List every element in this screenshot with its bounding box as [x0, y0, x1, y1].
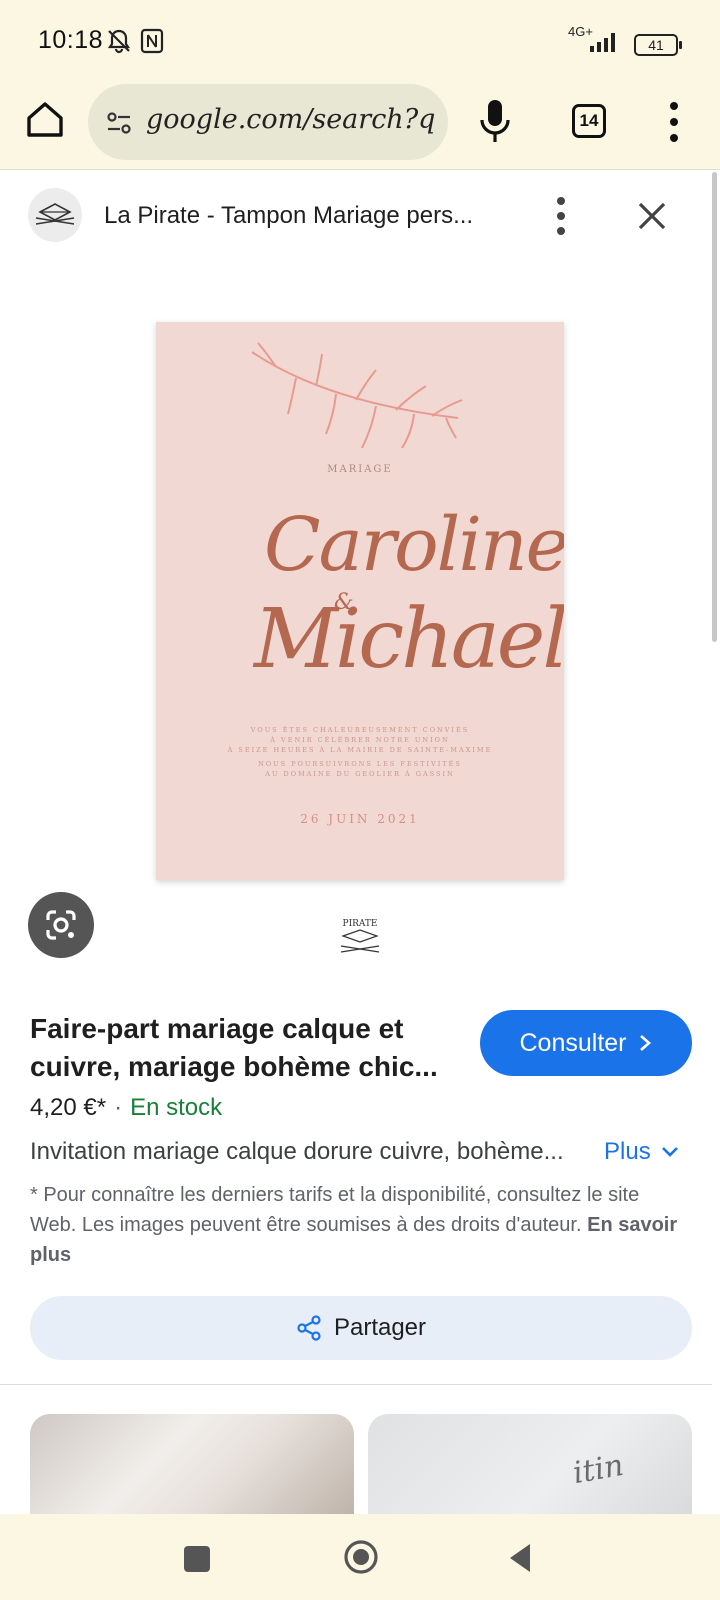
- tab-switcher-button[interactable]: 14: [572, 104, 606, 138]
- home-icon[interactable]: [24, 98, 66, 140]
- site-favicon: [28, 188, 82, 242]
- related-image-1[interactable]: [30, 1414, 354, 1514]
- page-scrollbar[interactable]: [712, 172, 717, 642]
- share-button-label: Partager: [333, 1314, 427, 1341]
- back-nav-icon[interactable]: [506, 1542, 534, 1574]
- more-link-label: Plus: [604, 1138, 651, 1165]
- system-nav-bar: [0, 1514, 720, 1600]
- card-festivities-text: NOUS POURSUIVRONS LES FESTIVITÉS AU DOMA…: [156, 759, 564, 779]
- chevron-right-icon: [639, 1035, 651, 1051]
- card-name-first: Caroline: [264, 502, 564, 588]
- recent-apps-button[interactable]: [184, 1546, 210, 1572]
- divider: [0, 1384, 712, 1385]
- visit-button-label: Consulter: [519, 1028, 627, 1057]
- card-text-line: À SEIZE HEURES À LA MAIRIE DE SAINTE-MAX…: [227, 746, 493, 754]
- card-text-line: AU DOMAINE DU GEOLIER À GASSIN: [265, 770, 455, 778]
- disclaimer-body: * Pour connaître les derniers tarifs et …: [30, 1184, 640, 1236]
- product-title[interactable]: Faire-part mariage calque et cuivre, mar…: [30, 1010, 460, 1086]
- status-time: 10:18: [38, 26, 104, 54]
- close-icon[interactable]: [636, 200, 668, 232]
- card-text-line: À VENIR CÉLÉBRER NOTRE UNION: [270, 736, 450, 744]
- card-date: 26 JUIN 2021: [300, 812, 420, 826]
- price: 4,20 €*: [30, 1094, 107, 1121]
- more-link[interactable]: Plus: [604, 1138, 679, 1166]
- google-lens-icon: [46, 910, 76, 940]
- price-row: 4,20 €* · En stock: [30, 1094, 222, 1122]
- notifications-off-icon: [107, 29, 131, 54]
- status-bar: 10:18 4G+ 41: [0, 0, 720, 76]
- leaf-branch-illustration: [251, 342, 463, 449]
- product-image[interactable]: MARIAGE Caroline & Michael VOUS ÊTES CHA…: [156, 322, 564, 880]
- result-panel-header: La Pirate - Tampon Mariage pers...: [0, 170, 712, 262]
- card-text-line: VOUS ÊTES CHALEUREUSEMENT CONVIÉS: [250, 726, 470, 734]
- browser-toolbar: google.com/search?q= 14: [0, 76, 720, 170]
- share-button[interactable]: Partager: [30, 1296, 692, 1360]
- brand-logo: PIRATE: [340, 919, 380, 953]
- price-separator: ·: [114, 1094, 123, 1121]
- home-nav-icon[interactable]: [342, 1538, 380, 1576]
- related-image-script: itin: [570, 1447, 627, 1492]
- card-text-line: NOUS POURSUIVRONS LES FESTIVITÉS: [258, 760, 462, 768]
- mic-icon[interactable]: [478, 98, 512, 144]
- google-lens-button[interactable]: [28, 892, 94, 958]
- related-image-2[interactable]: itin: [368, 1414, 692, 1514]
- url-text[interactable]: google.com/search?q=: [146, 104, 436, 135]
- nfc-icon: [140, 28, 164, 54]
- address-bar[interactable]: google.com/search?q=: [88, 84, 448, 160]
- tune-icon[interactable]: [104, 108, 134, 138]
- more-vert-icon[interactable]: [555, 196, 567, 236]
- disclaimer-text: * Pour connaître les derniers tarifs et …: [30, 1180, 690, 1270]
- signal-icon: 4G+: [568, 24, 630, 56]
- more-vert-icon[interactable]: [664, 100, 684, 144]
- card-invitation-text: VOUS ÊTES CHALEUREUSEMENT CONVIÉS À VENI…: [156, 725, 564, 755]
- chevron-down-icon: [662, 1147, 679, 1157]
- brand-logo-text: PIRATE: [343, 919, 378, 929]
- visit-button[interactable]: Consulter: [480, 1010, 692, 1076]
- stock-status: En stock: [130, 1094, 223, 1121]
- share-icon: [297, 1315, 321, 1341]
- card-name-second: Michael: [254, 592, 564, 687]
- battery-indicator: 41: [634, 34, 682, 56]
- site-title[interactable]: La Pirate - Tampon Mariage pers...: [104, 202, 473, 230]
- product-description: Invitation mariage calque dorure cuivre,…: [30, 1138, 564, 1165]
- card-label: MARIAGE: [327, 464, 393, 475]
